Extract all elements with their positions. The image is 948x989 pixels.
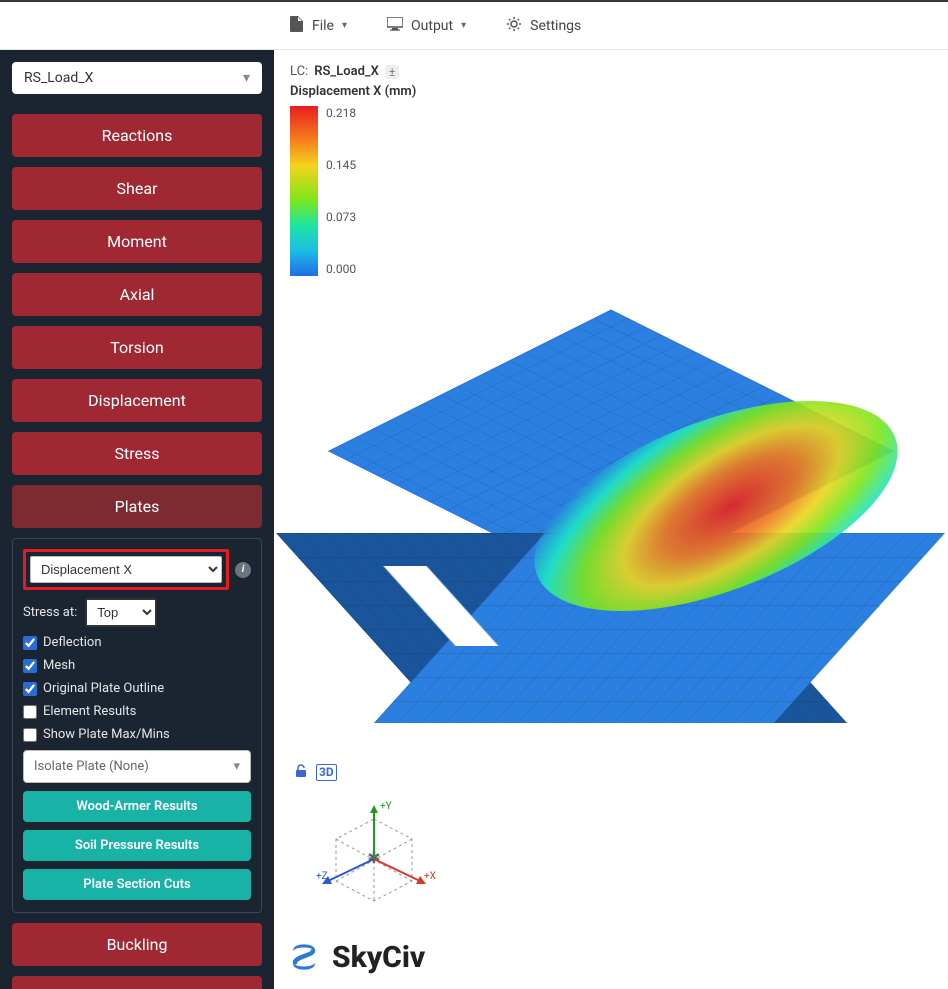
top-toolbar: File ▾ Output ▾ Settings: [0, 0, 948, 50]
svg-text:+X: +X: [424, 871, 436, 882]
result-title: Displacement X (mm): [290, 84, 416, 99]
load-case-display: LC: RS_Load_X ±: [290, 64, 399, 79]
original-outline-checkbox[interactable]: [23, 682, 37, 696]
wood-armer-button[interactable]: Wood-Armer Results: [23, 791, 251, 822]
torsion-button[interactable]: Torsion: [12, 326, 262, 369]
mesh-checkbox-row[interactable]: Mesh: [23, 658, 251, 673]
isolate-plate-select[interactable]: Isolate Plate (None) ▾: [23, 750, 251, 783]
stress-button[interactable]: Stress: [12, 432, 262, 475]
stress-at-row: Stress at: Top: [23, 598, 251, 627]
original-outline-checkbox-row[interactable]: Original Plate Outline: [23, 681, 251, 696]
show-maxmin-checkbox[interactable]: [23, 728, 37, 742]
svg-text:+Z: +Z: [316, 871, 328, 882]
buckling-button[interactable]: Buckling: [12, 923, 262, 966]
info-icon[interactable]: i: [235, 562, 251, 578]
gear-icon: [506, 16, 522, 36]
model-scene: [311, 241, 911, 761]
chevron-down-icon: ▾: [461, 20, 466, 31]
monitor-icon: [387, 17, 403, 35]
camera-3d-icon[interactable]: 3D: [316, 764, 337, 781]
chevron-down-icon: ▾: [243, 70, 250, 86]
deflection-checkbox[interactable]: [23, 636, 37, 650]
body-row: RS_Load_X ▾ Reactions Shear Moment Axial…: [0, 50, 948, 989]
file-label: File: [312, 18, 334, 34]
skyciv-logo: SkyCiv: [286, 939, 425, 975]
moment-button[interactable]: Moment: [12, 220, 262, 263]
model-viewport[interactable]: LC: RS_Load_X ± Displacement X (mm) 0.21…: [274, 50, 948, 989]
stress-at-select[interactable]: Top: [85, 598, 157, 627]
view-controls: 3D: [294, 764, 337, 781]
plate-result-type-select[interactable]: Displacement X: [30, 556, 222, 583]
file-menu[interactable]: File ▾: [290, 16, 347, 36]
mesh-checkbox[interactable]: [23, 659, 37, 673]
axial-button[interactable]: Axial: [12, 273, 262, 316]
axes-widget[interactable]: ✱ +Y +X +Z: [314, 799, 424, 909]
result-type-highlight: Displacement X: [23, 549, 229, 590]
soil-pressure-button[interactable]: Soil Pressure Results: [23, 830, 251, 861]
chevron-down-icon: ▾: [233, 759, 240, 774]
displacement-button[interactable]: Displacement: [12, 379, 262, 422]
stress-at-label: Stress at:: [23, 605, 77, 620]
plates-panel: Displacement X i Stress at: Top Deflecti…: [12, 538, 262, 913]
svg-text:+Y: +Y: [380, 801, 392, 812]
element-results-checkbox[interactable]: [23, 705, 37, 719]
app-root: File ▾ Output ▾ Settings RS_Load_X ▾ Rea…: [0, 0, 948, 989]
reactions-button[interactable]: Reactions: [12, 114, 262, 157]
plus-minus-badge: ±: [385, 65, 399, 79]
deflection-checkbox-row[interactable]: Deflection: [23, 635, 251, 650]
file-icon: [290, 16, 304, 36]
brand-text: SkyCiv: [332, 940, 425, 975]
settings-menu[interactable]: Settings: [506, 16, 581, 36]
output-label: Output: [411, 18, 453, 34]
output-menu[interactable]: Output ▾: [387, 17, 466, 35]
plates-button[interactable]: Plates: [12, 485, 262, 528]
results-sidebar: RS_Load_X ▾ Reactions Shear Moment Axial…: [0, 50, 274, 989]
element-results-checkbox-row[interactable]: Element Results: [23, 704, 251, 719]
unlock-icon[interactable]: [294, 764, 308, 781]
skyciv-icon: [286, 939, 322, 975]
shear-button[interactable]: Shear: [12, 167, 262, 210]
plate-section-cuts-button[interactable]: Plate Section Cuts: [23, 869, 251, 900]
settings-label: Settings: [530, 18, 581, 34]
dynamic-frequency-button[interactable]: Dynamic Frequency: [12, 976, 262, 989]
chevron-down-icon: ▾: [342, 20, 347, 31]
load-case-value: RS_Load_X: [24, 70, 93, 86]
load-case-select[interactable]: RS_Load_X ▾: [12, 62, 262, 94]
show-maxmin-checkbox-row[interactable]: Show Plate Max/Mins: [23, 727, 251, 742]
